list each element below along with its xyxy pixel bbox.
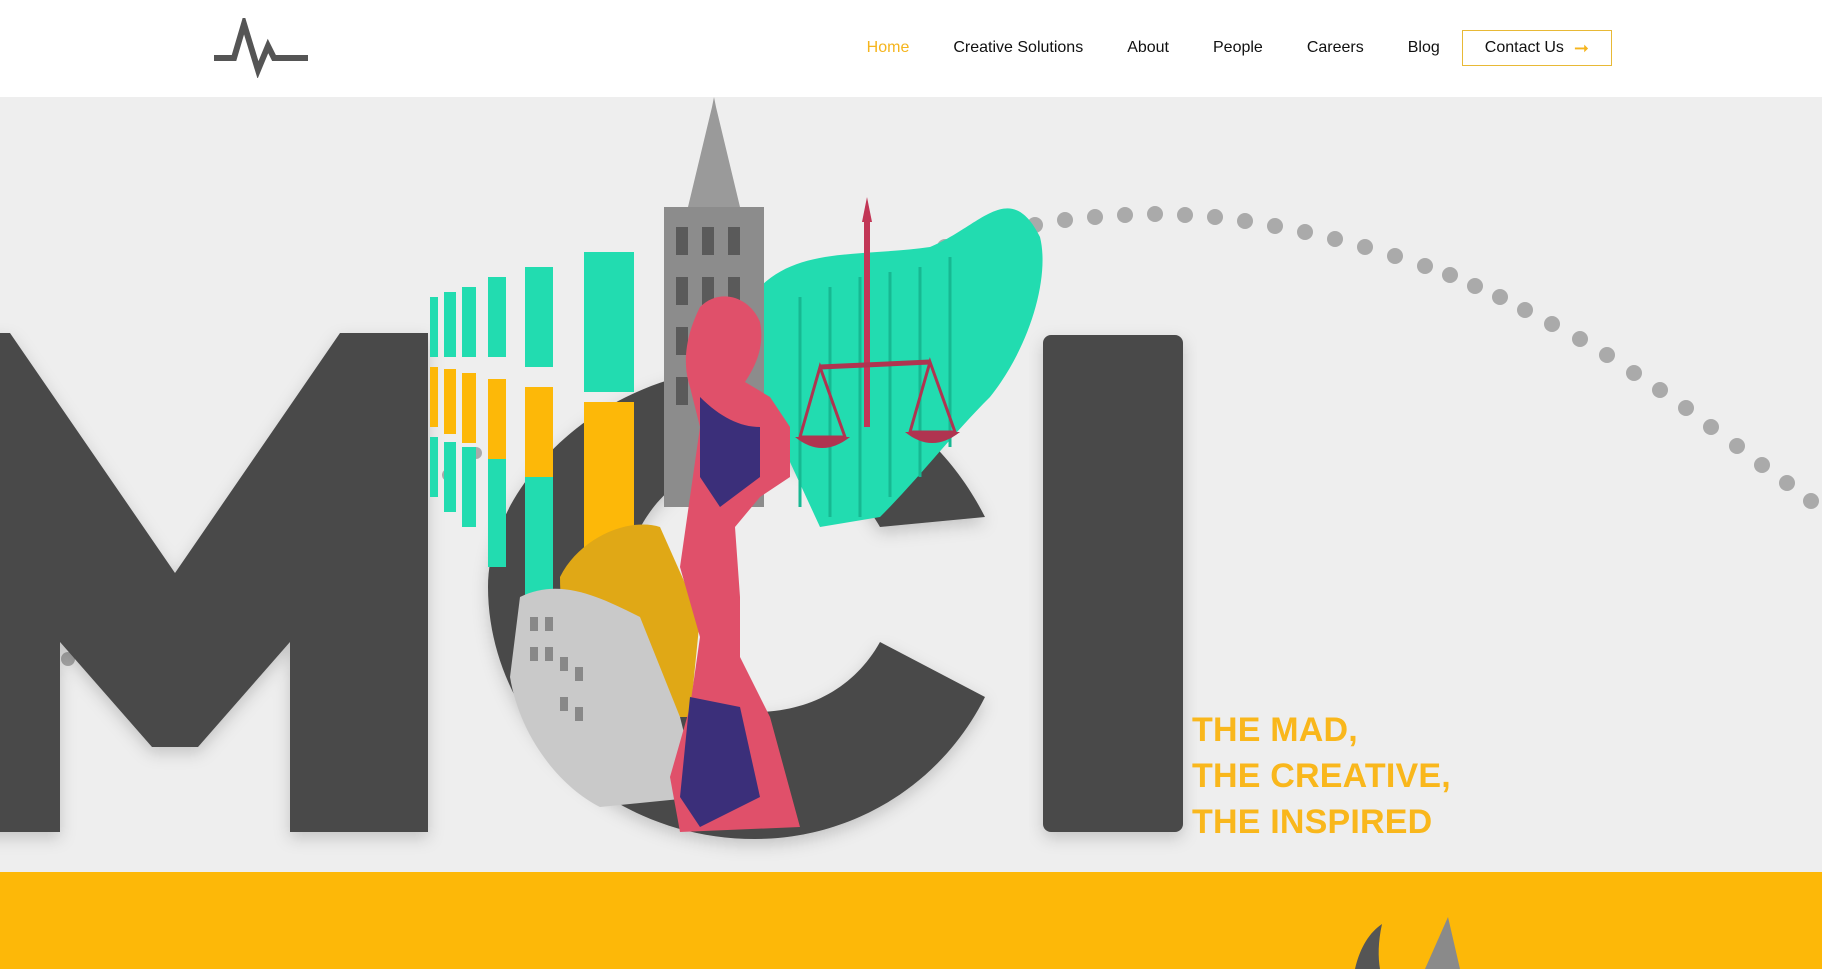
- letter-i: [1043, 335, 1183, 832]
- nav-careers[interactable]: Careers: [1307, 39, 1364, 57]
- mci-letters-collage: [0, 97, 1819, 839]
- nav-about[interactable]: About: [1127, 39, 1169, 57]
- contact-us-label: Contact Us: [1484, 39, 1564, 56]
- yellow-section: [0, 872, 1822, 969]
- nav-home[interactable]: Home: [867, 39, 910, 57]
- hero-tagline: THE MAD, THE CREATIVE, THE INSPIRED: [1192, 707, 1451, 845]
- contact-us-button[interactable]: Contact Us ➞: [1461, 30, 1612, 66]
- mci-pulse-logo-icon[interactable]: [212, 18, 312, 78]
- nav-people[interactable]: People: [1213, 39, 1263, 57]
- tagline-line-3: THE INSPIRED: [1192, 803, 1433, 841]
- tagline-line-2: THE CREATIVE,: [1192, 757, 1451, 795]
- arrow-right-icon: ➞: [1573, 37, 1589, 58]
- tagline-line-1: THE MAD,: [1192, 711, 1358, 749]
- site-header: Home Creative Solutions About People Car…: [0, 0, 1822, 97]
- letter-m: [0, 333, 428, 832]
- nav-blog[interactable]: Blog: [1408, 39, 1440, 57]
- teal-city-shape: [760, 208, 1043, 527]
- main-nav: Home Creative Solutions About People Car…: [823, 30, 1612, 66]
- hero-section: THE MAD, THE CREATIVE, THE INSPIRED: [0, 97, 1822, 872]
- nav-creative-solutions[interactable]: Creative Solutions: [953, 39, 1083, 57]
- band-decoration: [1355, 917, 1460, 969]
